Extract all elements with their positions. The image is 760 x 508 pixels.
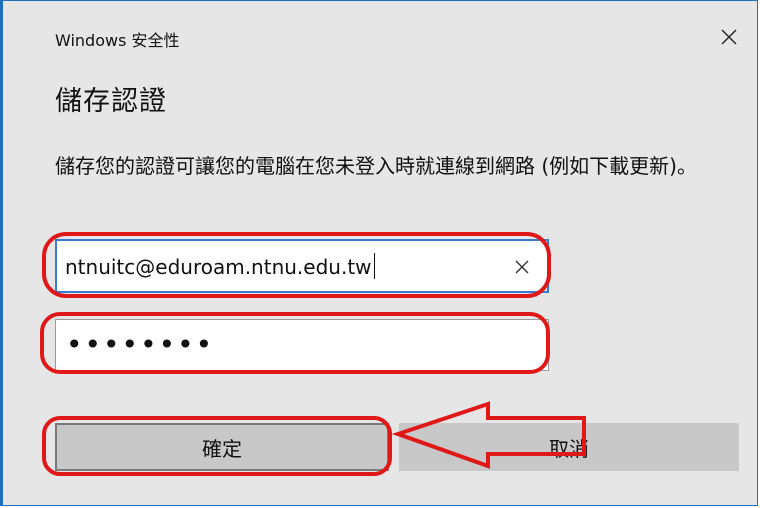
- username-value: ntnuitc@eduroam.ntnu.edu.tw: [65, 253, 375, 279]
- text-caret: [373, 253, 375, 279]
- close-icon: [721, 29, 737, 45]
- clear-username-button[interactable]: [511, 256, 533, 278]
- credential-dialog: Windows 安全性 儲存認證 儲存您的認證可讓您的電腦在您未登入時就連線到網…: [0, 0, 758, 506]
- password-value: ••••••••: [66, 328, 215, 361]
- dialog-heading: 儲存認證: [55, 86, 167, 117]
- dialog-description: 儲存您的認證可讓您的電腦在您未登入時就連線到網路 (例如下載更新)。: [55, 154, 697, 178]
- username-field[interactable]: ntnuitc@eduroam.ntnu.edu.tw: [55, 239, 549, 293]
- cancel-button[interactable]: 取消: [399, 423, 739, 471]
- close-button[interactable]: [715, 23, 743, 51]
- clear-icon: [515, 260, 529, 274]
- window-title: Windows 安全性: [55, 31, 180, 50]
- password-field[interactable]: ••••••••: [55, 319, 549, 371]
- ok-button[interactable]: 確定: [55, 423, 389, 471]
